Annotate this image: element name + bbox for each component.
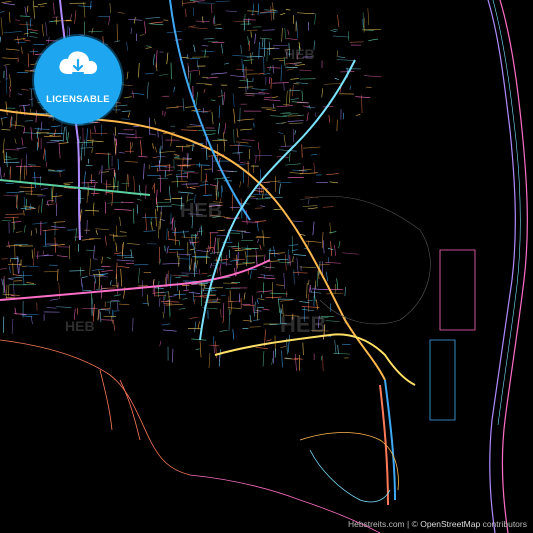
watermark-3: HEB <box>65 318 95 334</box>
licensable-badge[interactable]: LICENSABLE <box>34 36 122 124</box>
watermark-1: HEB <box>285 46 315 62</box>
attribution-osm[interactable]: OpenStreetMap <box>420 519 480 529</box>
attribution-suffix: contributors <box>480 519 527 529</box>
attribution-source[interactable]: Hebstreits.com <box>348 519 405 529</box>
map-attribution: Hebstreits.com | © OpenStreetMap contrib… <box>348 519 527 529</box>
cloud-download-icon <box>59 51 98 74</box>
watermark-4: HEB <box>280 312 327 337</box>
badge-label: LICENSABLE <box>46 94 110 105</box>
attribution-separator: | © <box>404 519 421 529</box>
watermark-2: HEB <box>180 200 223 222</box>
